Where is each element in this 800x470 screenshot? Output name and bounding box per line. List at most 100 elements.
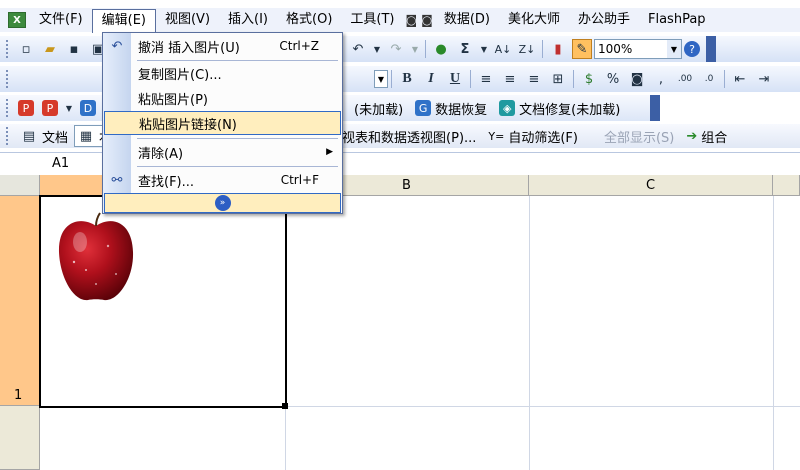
menu-item-paste-picture-link[interactable]: 粘贴图片链接(N) bbox=[104, 111, 341, 135]
addin-icon: ▦ bbox=[79, 128, 93, 144]
row-header-2[interactable] bbox=[0, 406, 40, 470]
menu-item-find[interactable]: ⚯ 查找(F)... Ctrl+F bbox=[104, 168, 341, 192]
toolbar-options-icon[interactable]: ▼ bbox=[64, 98, 74, 118]
row-number: 1 bbox=[14, 388, 23, 403]
filter-icon: Y= bbox=[488, 129, 505, 143]
chevron-down-icon[interactable]: ▼ bbox=[667, 40, 681, 58]
undo-icon: ↶ bbox=[111, 38, 123, 54]
autofilter-label: 自动筛选(F) bbox=[508, 130, 578, 146]
show-all-button[interactable]: 全部显示(S) bbox=[598, 127, 680, 146]
zoom-value: 100% bbox=[598, 42, 633, 56]
toolbar-grip[interactable] bbox=[6, 40, 10, 58]
doc-repair-button[interactable]: ◈ 文档修复(未加载) bbox=[493, 99, 626, 118]
excel-app-icon[interactable]: X bbox=[8, 12, 26, 28]
toolbar-grip[interactable] bbox=[6, 127, 10, 145]
new-file-icon[interactable]: ▫ bbox=[16, 39, 36, 59]
menu-file[interactable]: 文件(F) bbox=[30, 9, 92, 31]
toolbar-grip[interactable] bbox=[6, 99, 10, 117]
align-center-icon[interactable]: ≡ bbox=[500, 69, 520, 89]
help-icon[interactable]: ? bbox=[684, 41, 700, 57]
hyperlink-icon[interactable]: ● bbox=[431, 39, 451, 59]
drawing-icon[interactable]: ✎ bbox=[572, 39, 592, 59]
open-folder-icon[interactable]: ▰ bbox=[40, 39, 60, 59]
zoom-select[interactable]: 100% ▼ bbox=[594, 39, 682, 59]
autosum-dropdown-icon[interactable]: ▼ bbox=[479, 39, 489, 59]
chart-wizard-icon[interactable]: ▮ bbox=[548, 39, 568, 59]
toolbar-options-icon[interactable] bbox=[650, 95, 660, 121]
menu-item-copy-picture[interactable]: 复制图片(C)... bbox=[104, 61, 341, 85]
autosum-icon[interactable]: Σ bbox=[455, 39, 475, 59]
save-icon[interactable]: ▪ bbox=[64, 39, 84, 59]
data-recovery-button[interactable]: G 数据恢复 bbox=[409, 99, 493, 118]
apple-picture[interactable] bbox=[56, 212, 136, 304]
menu-bar: X 文件(F) 编辑(E) 视图(V) 插入(I) 格式(O) 工具(T) ◙ … bbox=[0, 8, 800, 33]
menu-data[interactable]: 数据(D) bbox=[435, 9, 499, 31]
toolbar-separator bbox=[542, 40, 543, 58]
sort-ascending-icon[interactable]: A↓ bbox=[493, 39, 513, 59]
redo-icon[interactable]: ↷ bbox=[386, 39, 406, 59]
column-header-c[interactable]: C bbox=[529, 175, 773, 196]
camera-icon[interactable]: ◙ bbox=[404, 13, 420, 27]
toolbar-separator bbox=[573, 70, 574, 88]
undo-icon[interactable]: ↶ bbox=[348, 39, 368, 59]
menu-tools[interactable]: 工具(T) bbox=[341, 9, 403, 31]
menu-item-label: 清除(A) bbox=[138, 146, 184, 162]
merge-center-icon[interactable]: ⊞ bbox=[548, 69, 568, 89]
toolbar-options-icon[interactable] bbox=[706, 36, 716, 62]
sort-descending-icon[interactable]: Z↓ bbox=[517, 39, 537, 59]
menu-item-clear[interactable]: 清除(A) ▶ bbox=[104, 140, 341, 164]
pdf-export-icon[interactable]: P bbox=[40, 98, 60, 118]
document-button[interactable]: ▤ 文档 bbox=[14, 126, 74, 146]
column-header-d[interactable] bbox=[773, 175, 800, 196]
toolbar-separator bbox=[470, 70, 471, 88]
autofilter-button[interactable]: Y= 自动筛选(F) bbox=[482, 127, 584, 146]
menu-format[interactable]: 格式(O) bbox=[277, 9, 341, 31]
submenu-arrow-icon: ▶ bbox=[326, 147, 333, 157]
group-arrow-icon: ➔ bbox=[686, 128, 698, 144]
pivot-table-label: 透视表和数据透视图(P)... bbox=[329, 130, 477, 146]
toolbar-grip[interactable] bbox=[6, 70, 10, 88]
redo-dropdown-icon[interactable]: ▼ bbox=[410, 39, 420, 59]
menu-item-paste-picture[interactable]: 粘贴图片(P) bbox=[104, 86, 341, 110]
menu-expand-button[interactable]: » bbox=[104, 193, 341, 213]
underline-icon[interactable]: U bbox=[445, 69, 465, 89]
select-all-corner[interactable] bbox=[0, 175, 40, 196]
row-header-1[interactable]: 1 bbox=[0, 196, 40, 406]
menu-office-assistant[interactable]: 办公助手 bbox=[569, 9, 639, 31]
undo-dropdown-icon[interactable]: ▼ bbox=[372, 39, 382, 59]
align-right-icon[interactable]: ≡ bbox=[524, 69, 544, 89]
pivot-table-button[interactable]: 透视表和数据透视图(P)... bbox=[323, 127, 482, 146]
name-box[interactable]: A1 bbox=[0, 154, 96, 174]
addin-icon[interactable]: D bbox=[78, 98, 98, 118]
group-button[interactable]: ➔ 组合 bbox=[680, 127, 733, 146]
menu-beautify-master[interactable]: 美化大师 bbox=[499, 9, 569, 31]
decrease-indent-icon[interactable]: ⇤ bbox=[730, 69, 750, 89]
align-left-icon[interactable]: ≡ bbox=[476, 69, 496, 89]
menu-edit[interactable]: 编辑(E) bbox=[91, 9, 156, 33]
edit-menu-dropdown: ↶ 撤消 插入图片(U) Ctrl+Z 复制图片(C)... 粘贴图片(P) 粘… bbox=[102, 32, 343, 214]
increase-decimal-icon[interactable]: .00 bbox=[675, 69, 695, 89]
toolbar-separator bbox=[391, 70, 392, 88]
data-recovery-label: 数据恢复 bbox=[435, 102, 488, 118]
find-binoculars-icon: ⚯ bbox=[111, 172, 123, 188]
unloaded-item[interactable]: (未加载) bbox=[348, 99, 409, 118]
decrease-decimal-icon[interactable]: .0 bbox=[699, 69, 719, 89]
menu-insert[interactable]: 插入(I) bbox=[219, 9, 277, 31]
gridline bbox=[529, 196, 530, 470]
pdf-convert-icon[interactable]: P bbox=[16, 98, 36, 118]
increase-indent-icon[interactable]: ⇥ bbox=[754, 69, 774, 89]
comma-style-icon[interactable]: , bbox=[651, 69, 671, 89]
menu-view[interactable]: 视图(V) bbox=[156, 9, 219, 31]
menu-item-undo[interactable]: ↶ 撤消 插入图片(U) Ctrl+Z bbox=[104, 34, 341, 58]
currency-icon[interactable]: $ bbox=[579, 69, 599, 89]
menu-flashpaper[interactable]: FlashPap bbox=[639, 9, 715, 31]
bold-icon[interactable]: B bbox=[397, 69, 417, 89]
camera-icon[interactable]: ◙ bbox=[627, 69, 647, 89]
camera-icon[interactable]: ◙ bbox=[419, 13, 435, 27]
doc-repair-icon: ◈ bbox=[499, 100, 516, 116]
menu-item-label: 查找(F)... bbox=[138, 174, 195, 190]
percent-icon[interactable]: % bbox=[603, 69, 623, 89]
italic-icon[interactable]: I bbox=[421, 69, 441, 89]
fill-handle[interactable] bbox=[282, 403, 288, 409]
font-size-dropdown-icon[interactable]: ▼ bbox=[374, 70, 388, 88]
